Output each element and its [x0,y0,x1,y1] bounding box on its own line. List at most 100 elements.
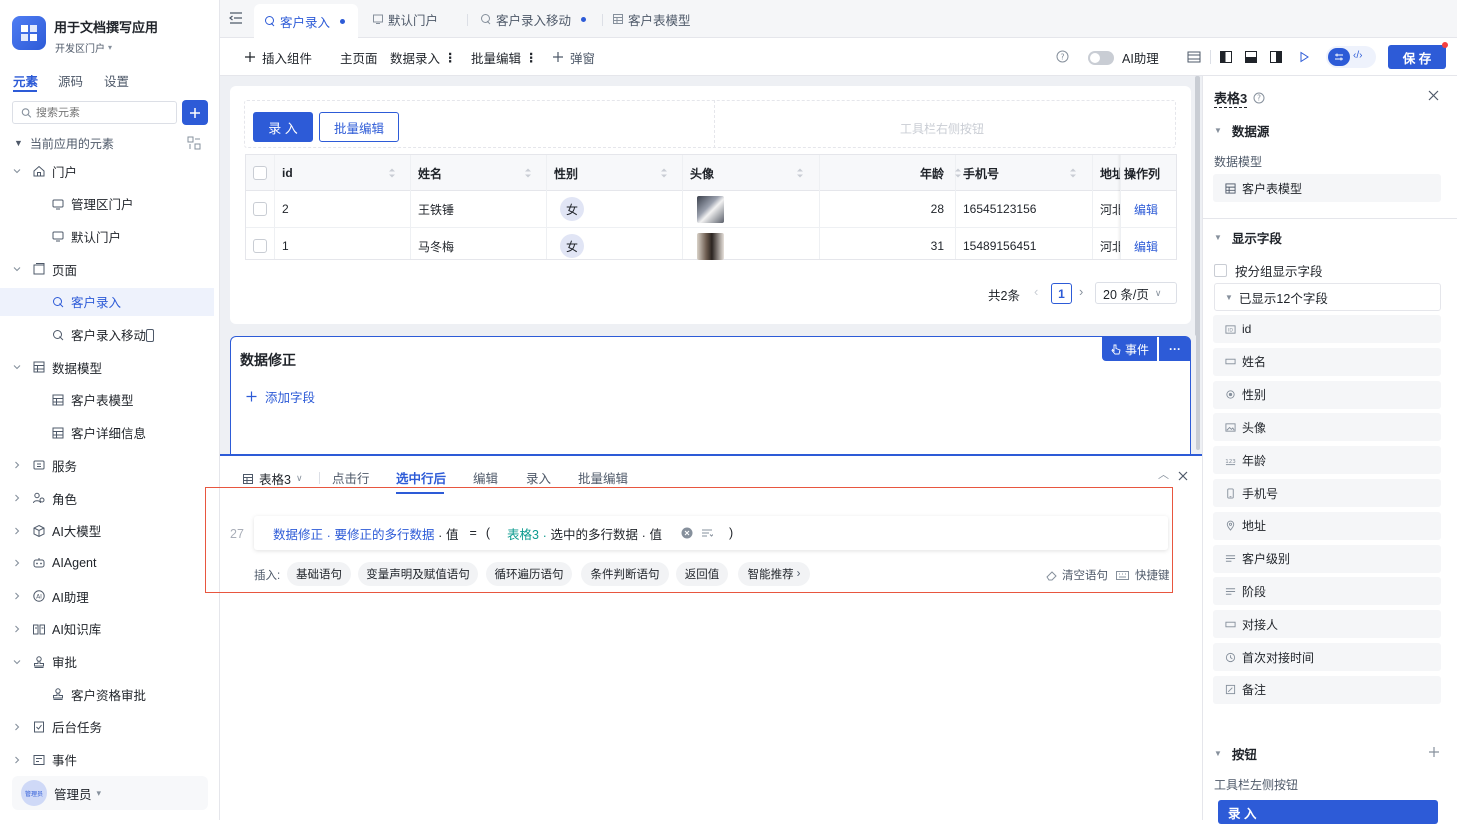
statement-chip[interactable]: 循环遍历语句 [486,562,572,586]
code-value[interactable]: 值 [649,524,662,543]
chevron-down-icon[interactable] [12,657,24,669]
code-source[interactable]: 表格3 [507,524,539,543]
help-icon[interactable]: ? [1056,50,1069,63]
right-scrollbar[interactable] [1196,76,1200,450]
code-view-button[interactable]: ‹/› [1353,50,1362,61]
code-statement[interactable]: 数据修正 . 要修正的多行数据 . 值 = ( 表格3 . 选中的多行数据 . … [254,516,1168,550]
tree-item[interactable]: 事件 [0,746,214,774]
event-button[interactable]: 事件 [1102,337,1157,361]
table-selector[interactable]: 表格3 ∨ [242,469,303,488]
tree-item[interactable]: 客户资格审批 [0,680,214,708]
tree-item[interactable]: 服务 [0,451,214,479]
shortcut-button[interactable]: 快捷键 [1116,567,1170,583]
chevron-right-icon[interactable] [12,493,24,505]
tree-item[interactable]: 客户详细信息 [0,419,214,447]
tree-item[interactable]: 门户 [0,157,214,185]
side-tab-source[interactable]: 源码 [58,71,83,90]
event-tab-edit[interactable]: 编辑 [473,468,498,487]
tree-item[interactable]: 数据模型 [0,353,214,381]
row-checkbox[interactable] [253,239,267,253]
sort-icon[interactable] [388,167,396,179]
chevron-right-icon[interactable] [12,591,24,603]
tree-item[interactable]: 角色 [0,484,214,512]
edit-link[interactable]: 编辑 [1134,228,1186,264]
view-switch[interactable]: ‹/› [1326,46,1376,68]
event-tab-after-select[interactable]: 选中行后 [396,468,446,487]
statement-chip[interactable]: 条件判断语句 [581,562,669,586]
tree-item[interactable]: 审批 [0,648,214,676]
prev-page-icon[interactable]: ‹ [1034,284,1038,299]
preview-icon[interactable] [1298,51,1310,63]
more-actions-button[interactable]: ··· [1159,337,1191,361]
component-name[interactable]: 表格3 [1214,88,1248,108]
chevron-right-icon[interactable] [12,558,24,570]
column-header[interactable]: 手机号 [963,155,1091,191]
layout-left-icon[interactable] [1220,51,1232,63]
datasource-section[interactable]: ▼ 数据源 [1214,121,1269,140]
table-row[interactable]: 2 王铁锤女 28 16545123156 河北 编辑 [246,191,1176,228]
field-item[interactable]: 性别 [1213,380,1441,409]
avatar-thumbnail[interactable] [697,232,724,260]
tree-item[interactable]: AIAgent [0,549,214,577]
code-value[interactable]: 值 [446,524,459,543]
clear-statements-button[interactable]: 清空语句 [1046,567,1108,583]
collapse-panel-icon[interactable]: ︿ [1158,466,1169,482]
chevron-right-icon[interactable] [12,755,24,767]
sort-icon[interactable] [660,167,668,179]
chevron-right-icon[interactable] [12,460,24,472]
help-icon[interactable]: ? [1253,92,1265,104]
buttons-section[interactable]: ▼ 按钮 [1214,744,1257,763]
sort-icon[interactable] [954,167,962,179]
tree-item[interactable]: AI AI助理 [0,582,214,610]
chevron-right-icon[interactable] [12,526,24,538]
layout-right-icon[interactable] [1270,51,1282,63]
statement-chip[interactable]: 变量声明及赋值语句 [358,562,478,586]
tab-default-portal[interactable]: 默认门户 [368,4,468,34]
portal-switcher[interactable]: 开发区门户 ▾ [55,40,112,55]
user-bar[interactable]: 管理员 管理员 ▾ [12,776,208,810]
event-tab-click-row[interactable]: 点击行 [332,468,370,487]
design-view-button[interactable] [1328,48,1350,66]
table-card[interactable]: 录 入 批量编辑 工具栏右侧按钮 id 姓名 性别 头像 年龄 手机号 地址 操作列 2 王铁锤… [230,86,1191,324]
data-entry-menu[interactable]: 数据录入 ⋮ [390,48,457,66]
edit-link[interactable]: 编辑 [1134,191,1186,227]
layout-icon[interactable] [1187,50,1201,64]
side-tab-elements[interactable]: 元素 [13,71,38,90]
field-item[interactable]: 地址 [1213,511,1441,540]
chevron-down-icon[interactable] [12,362,24,374]
event-tab-entry[interactable]: 录入 [526,468,551,487]
tree-item[interactable]: 客户录入 [0,287,214,316]
close-icon[interactable] [1178,471,1188,481]
sort-icon[interactable] [1069,167,1077,179]
main-page-button[interactable]: 主页面 [340,48,378,66]
field-item[interactable]: 首次对接时间 [1213,643,1441,671]
display-fields-section[interactable]: ▼ 显示字段 [1214,228,1282,247]
column-header[interactable]: 性别 [554,155,682,191]
tree-item[interactable]: 页面 [0,255,214,283]
tab-customer-entry[interactable]: 客户录入 [254,4,358,38]
ai-assist-toggle[interactable] [1088,51,1114,65]
field-item[interactable]: ID id [1213,315,1441,343]
table-row[interactable]: 1 马冬梅女 31 15489156451 河北 编辑 [246,228,1176,265]
field-item[interactable]: 备注 [1213,675,1441,704]
next-page-icon[interactable]: › [1079,284,1083,299]
layout-bottom-icon[interactable] [1245,51,1257,63]
statement-chip[interactable]: 返回值 [676,562,728,586]
sort-icon[interactable] [524,167,532,179]
statement-chip[interactable]: 基础语句 [287,562,351,586]
model-select[interactable]: 客户表模型 [1213,174,1441,202]
select-all-checkbox[interactable] [253,166,267,180]
event-tab-batch-edit[interactable]: 批量编辑 [578,468,628,487]
row-checkbox[interactable] [253,202,267,216]
code-prop[interactable]: 要修正的多行数据 [335,524,435,543]
batch-edit-button[interactable]: 批量编辑 [319,112,399,142]
chevron-down-icon[interactable] [12,264,24,276]
tree-item[interactable]: 默认门户 [0,222,214,250]
chevron-down-icon[interactable] [12,166,24,178]
save-button[interactable]: 保 存 [1388,45,1446,69]
code-prop[interactable]: 选中的多行数据 [550,524,638,543]
code-target[interactable]: 数据修正 [273,524,323,543]
tree-item[interactable]: 客户录入移动 [0,321,214,349]
sort-icon[interactable] [796,167,804,179]
group-fields-checkbox[interactable]: 按分组显示字段 [1214,261,1323,280]
